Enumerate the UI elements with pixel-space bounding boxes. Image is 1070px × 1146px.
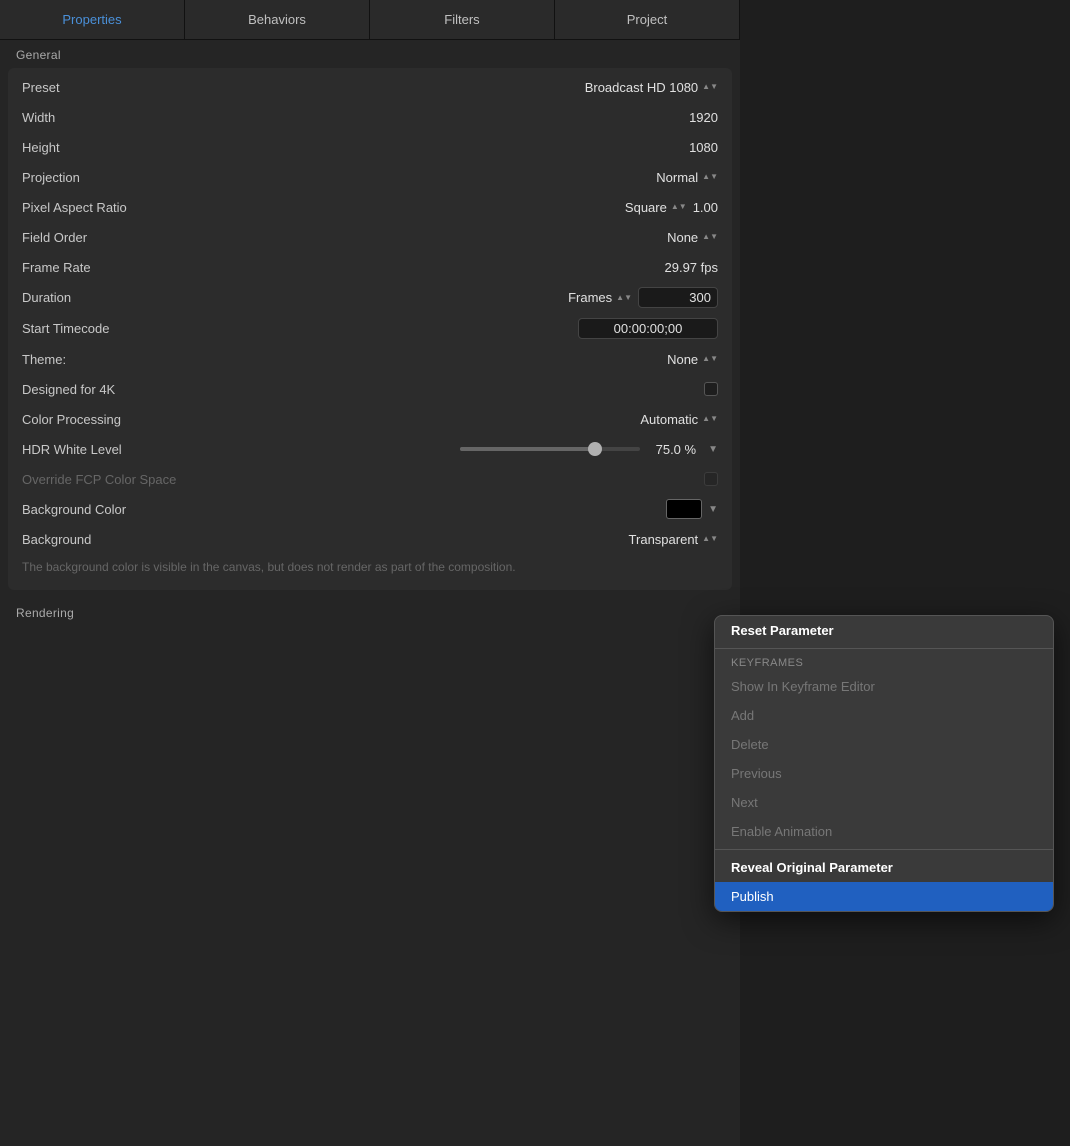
tab-project[interactable]: Project: [555, 0, 740, 39]
background-row: Background Transparent ▲▼: [8, 524, 732, 554]
background-color-swatch[interactable]: [666, 499, 702, 519]
tab-bar: Properties Behaviors Filters Project: [0, 0, 740, 40]
duration-input[interactable]: [638, 287, 718, 308]
pixel-aspect-ratio-row: Pixel Aspect Ratio Square ▲▼ 1.00: [8, 192, 732, 222]
color-processing-stepper[interactable]: ▲▼: [702, 415, 718, 423]
field-order-row: Field Order None ▲▼: [8, 222, 732, 252]
context-menu: Reset Parameter KEYFRAMES Show In Keyfra…: [714, 615, 1054, 912]
start-timecode-row: Start Timecode: [8, 313, 732, 344]
preset-label: Preset: [22, 80, 202, 95]
hdr-slider-thumb[interactable]: [588, 442, 602, 456]
menu-item-show-keyframe-editor[interactable]: Show In Keyframe Editor: [715, 672, 1053, 701]
menu-item-delete[interactable]: Delete: [715, 730, 1053, 759]
designed-4k-label: Designed for 4K: [22, 382, 202, 397]
theme-label: Theme:: [22, 352, 202, 367]
background-color-dropdown[interactable]: ▼: [708, 504, 718, 515]
background-note: The background color is visible in the c…: [8, 554, 732, 586]
theme-row: Theme: None ▲▼: [8, 344, 732, 374]
duration-label: Duration: [22, 290, 202, 305]
background-label: Background: [22, 532, 202, 547]
pixel-aspect-ratio-value2: 1.00: [693, 200, 718, 215]
frame-rate-label: Frame Rate: [22, 260, 202, 275]
background-color-row: Background Color ▼: [8, 494, 732, 524]
width-row: Width 1920: [8, 102, 732, 132]
main-panel: General Preset Broadcast HD 1080 ▲▼ Widt…: [0, 40, 740, 1146]
menu-divider-1: [715, 648, 1053, 649]
frame-rate-value: 29.97 fps: [665, 260, 719, 275]
duration-unit: Frames: [568, 290, 612, 305]
projection-row: Projection Normal ▲▼: [8, 162, 732, 192]
general-section-header: General: [0, 40, 740, 68]
width-value: 1920: [689, 110, 718, 125]
menu-item-reveal-original[interactable]: Reveal Original Parameter: [715, 853, 1053, 882]
menu-item-enable-animation[interactable]: Enable Animation: [715, 817, 1053, 846]
menu-item-publish[interactable]: Publish: [715, 882, 1053, 911]
menu-divider-2: [715, 849, 1053, 850]
hdr-disclosure-arrow[interactable]: ▼: [708, 444, 718, 455]
background-text: Transparent: [629, 532, 699, 547]
menu-item-previous[interactable]: Previous: [715, 759, 1053, 788]
projection-text: Normal: [656, 170, 698, 185]
duration-row: Duration Frames ▲▼: [8, 282, 732, 313]
hdr-slider-fill: [460, 447, 595, 451]
projection-label: Projection: [22, 170, 202, 185]
override-fcp-checkbox[interactable]: [704, 472, 718, 486]
theme-stepper[interactable]: ▲▼: [702, 355, 718, 363]
pixel-aspect-ratio-value1: Square: [625, 200, 667, 215]
height-value: 1080: [689, 140, 718, 155]
hdr-slider-track[interactable]: [460, 447, 640, 451]
properties-container: Preset Broadcast HD 1080 ▲▼ Width 1920 H…: [8, 68, 732, 590]
width-label: Width: [22, 110, 202, 125]
preset-value: Broadcast HD 1080 ▲▼: [202, 80, 718, 95]
projection-stepper[interactable]: ▲▼: [702, 173, 718, 181]
height-label: Height: [22, 140, 202, 155]
override-fcp-row: Override FCP Color Space: [8, 464, 732, 494]
tab-filters[interactable]: Filters: [370, 0, 555, 39]
hdr-white-level-label: HDR White Level: [22, 442, 202, 457]
field-order-stepper[interactable]: ▲▼: [702, 233, 718, 241]
menu-item-add[interactable]: Add: [715, 701, 1053, 730]
preset-text: Broadcast HD 1080: [585, 80, 698, 95]
menu-item-next[interactable]: Next: [715, 788, 1053, 817]
start-timecode-label: Start Timecode: [22, 321, 202, 336]
background-color-label: Background Color: [22, 502, 202, 517]
designed-4k-checkbox[interactable]: [704, 382, 718, 396]
frame-rate-row: Frame Rate 29.97 fps: [8, 252, 732, 282]
menu-section-keyframes: KEYFRAMES: [715, 652, 1053, 672]
field-order-text: None: [667, 230, 698, 245]
menu-item-reset-parameter[interactable]: Reset Parameter: [715, 616, 1053, 645]
preset-stepper[interactable]: ▲▼: [702, 83, 718, 91]
background-stepper[interactable]: ▲▼: [702, 535, 718, 543]
color-processing-text: Automatic: [640, 412, 698, 427]
pixel-aspect-stepper[interactable]: ▲▼: [671, 203, 687, 211]
theme-text: None: [667, 352, 698, 367]
override-fcp-label: Override FCP Color Space: [22, 472, 202, 487]
color-processing-label: Color Processing: [22, 412, 202, 427]
height-row: Height 1080: [8, 132, 732, 162]
preset-row: Preset Broadcast HD 1080 ▲▼: [8, 72, 732, 102]
rendering-section-header: Rendering: [0, 598, 740, 626]
hdr-white-level-row: HDR White Level 75.0 % ▼: [8, 434, 732, 464]
duration-unit-stepper[interactable]: ▲▼: [616, 294, 632, 302]
field-order-label: Field Order: [22, 230, 202, 245]
pixel-aspect-ratio-label: Pixel Aspect Ratio: [22, 200, 202, 215]
start-timecode-input[interactable]: [578, 318, 718, 339]
tab-behaviors[interactable]: Behaviors: [185, 0, 370, 39]
designed-4k-row: Designed for 4K: [8, 374, 732, 404]
color-processing-row: Color Processing Automatic ▲▼: [8, 404, 732, 434]
tab-properties[interactable]: Properties: [0, 0, 185, 39]
hdr-white-level-value: 75.0 %: [656, 442, 696, 457]
